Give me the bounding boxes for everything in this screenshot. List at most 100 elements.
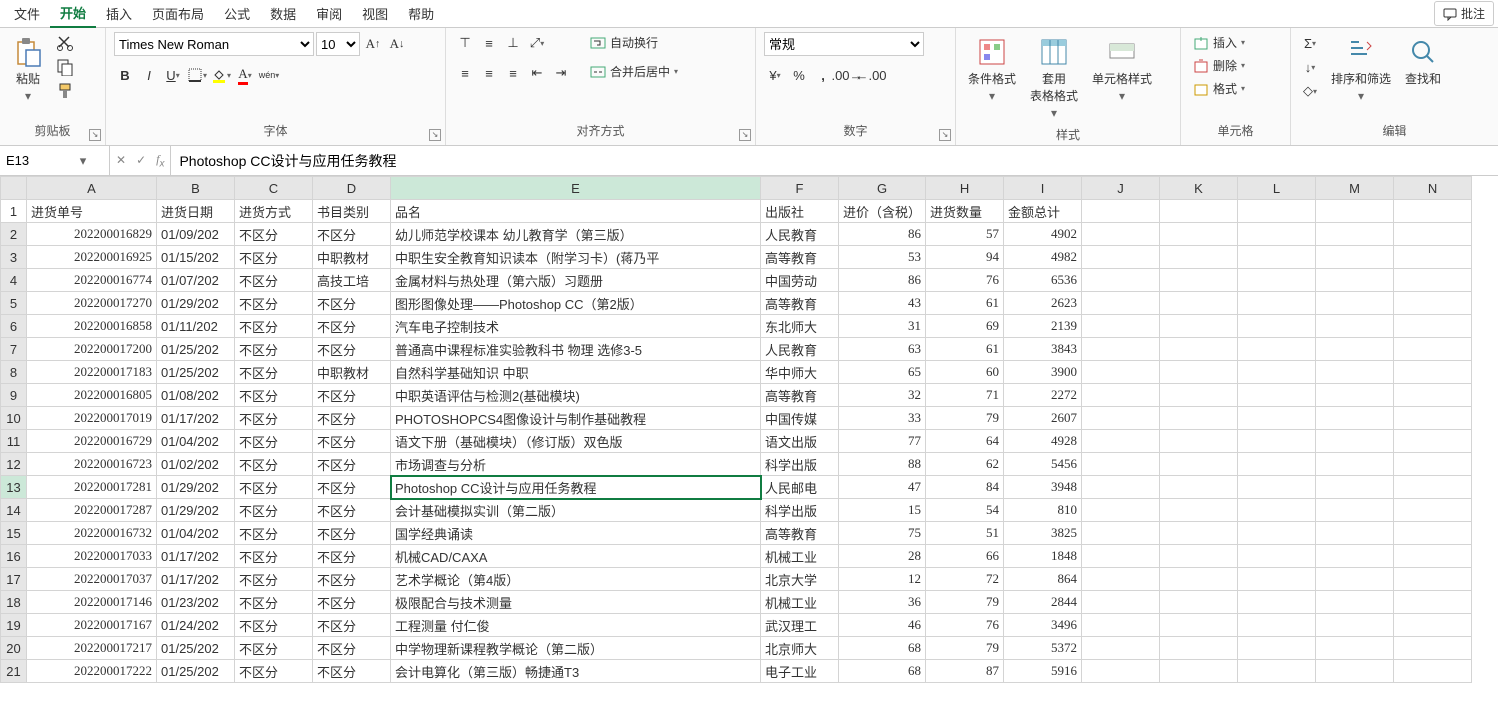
cell[interactable]: 普通高中课程标准实验教科书 物理 选修3-5 bbox=[391, 338, 761, 361]
cell[interactable]: 不区分 bbox=[313, 430, 391, 453]
cell[interactable]: 华中师大 bbox=[761, 361, 839, 384]
cell[interactable]: 77 bbox=[839, 430, 926, 453]
cell[interactable] bbox=[1316, 453, 1394, 476]
cell[interactable] bbox=[1082, 292, 1160, 315]
cell[interactable]: 810 bbox=[1004, 499, 1082, 522]
cell[interactable]: 进货单号 bbox=[27, 200, 157, 223]
cell[interactable]: 66 bbox=[926, 545, 1004, 568]
cell[interactable] bbox=[1160, 315, 1238, 338]
wrap-text-button[interactable]: 自动换行 bbox=[586, 32, 682, 53]
cell[interactable]: 01/04/202 bbox=[157, 430, 235, 453]
cell[interactable] bbox=[1160, 614, 1238, 637]
cell[interactable] bbox=[1394, 545, 1472, 568]
cell[interactable]: 不区分 bbox=[235, 292, 313, 315]
cell[interactable] bbox=[1316, 200, 1394, 223]
cell[interactable] bbox=[1160, 223, 1238, 246]
name-box-input[interactable] bbox=[6, 153, 76, 168]
cell[interactable]: 不区分 bbox=[313, 614, 391, 637]
cell[interactable]: 01/29/202 bbox=[157, 292, 235, 315]
cell[interactable]: 6536 bbox=[1004, 269, 1082, 292]
cell[interactable] bbox=[1238, 338, 1316, 361]
cell[interactable] bbox=[1394, 269, 1472, 292]
cell[interactable]: 36 bbox=[839, 591, 926, 614]
cell[interactable]: 不区分 bbox=[313, 453, 391, 476]
col-header-B[interactable]: B bbox=[157, 177, 235, 200]
cell[interactable] bbox=[1160, 637, 1238, 660]
delete-cells-button[interactable]: 删除▾ bbox=[1189, 55, 1249, 76]
cell[interactable] bbox=[1082, 614, 1160, 637]
cell[interactable] bbox=[1160, 568, 1238, 591]
col-header-C[interactable]: C bbox=[235, 177, 313, 200]
row-header-8[interactable]: 8 bbox=[1, 361, 27, 384]
format-painter-button[interactable] bbox=[54, 80, 76, 102]
cell-styles-button[interactable]: 单元格样式▾ bbox=[1088, 32, 1156, 107]
cell[interactable]: 品名 bbox=[391, 200, 761, 223]
cell[interactable] bbox=[1160, 499, 1238, 522]
insert-cells-button[interactable]: 插入▾ bbox=[1189, 32, 1249, 53]
cell[interactable]: 63 bbox=[839, 338, 926, 361]
cell[interactable]: 43 bbox=[839, 292, 926, 315]
cell[interactable] bbox=[1082, 361, 1160, 384]
cell[interactable]: 不区分 bbox=[235, 637, 313, 660]
cell[interactable]: 书目类别 bbox=[313, 200, 391, 223]
cell[interactable] bbox=[1238, 568, 1316, 591]
cell[interactable]: 机械CAD/CAXA bbox=[391, 545, 761, 568]
cell[interactable]: 87 bbox=[926, 660, 1004, 683]
cell[interactable]: Photoshop CC设计与应用任务教程 bbox=[391, 476, 761, 499]
cell[interactable] bbox=[1238, 614, 1316, 637]
cell[interactable]: 202200016732 bbox=[27, 522, 157, 545]
cell[interactable]: 01/25/202 bbox=[157, 361, 235, 384]
cut-button[interactable] bbox=[54, 32, 76, 54]
cell[interactable] bbox=[1316, 338, 1394, 361]
cell[interactable]: 不区分 bbox=[313, 568, 391, 591]
cell[interactable]: 28 bbox=[839, 545, 926, 568]
row-header-19[interactable]: 19 bbox=[1, 614, 27, 637]
row-header-14[interactable]: 14 bbox=[1, 499, 27, 522]
cell[interactable]: 北京师大 bbox=[761, 637, 839, 660]
fill-color-button[interactable]: ▾ bbox=[210, 64, 232, 86]
cell[interactable]: 202200016774 bbox=[27, 269, 157, 292]
cell[interactable]: 3496 bbox=[1004, 614, 1082, 637]
cell[interactable]: 不区分 bbox=[235, 315, 313, 338]
cell[interactable]: 不区分 bbox=[235, 338, 313, 361]
select-all-corner[interactable] bbox=[1, 177, 27, 200]
cell[interactable]: 1848 bbox=[1004, 545, 1082, 568]
cell[interactable] bbox=[1082, 246, 1160, 269]
cell[interactable]: 不区分 bbox=[235, 568, 313, 591]
cell[interactable] bbox=[1082, 453, 1160, 476]
col-header-M[interactable]: M bbox=[1316, 177, 1394, 200]
cell[interactable]: 01/29/202 bbox=[157, 476, 235, 499]
cell[interactable] bbox=[1394, 315, 1472, 338]
cell[interactable] bbox=[1238, 637, 1316, 660]
cell[interactable]: 出版社 bbox=[761, 200, 839, 223]
cell[interactable] bbox=[1082, 637, 1160, 660]
font-launcher[interactable]: ↘ bbox=[429, 129, 441, 141]
cell[interactable]: 人民教育 bbox=[761, 338, 839, 361]
col-header-D[interactable]: D bbox=[313, 177, 391, 200]
cell[interactable] bbox=[1238, 660, 1316, 683]
cell[interactable] bbox=[1160, 453, 1238, 476]
cell[interactable] bbox=[1394, 246, 1472, 269]
cell[interactable]: 不区分 bbox=[235, 453, 313, 476]
cell[interactable] bbox=[1316, 384, 1394, 407]
menu-insert[interactable]: 插入 bbox=[96, 0, 142, 27]
cell[interactable]: 中职教材 bbox=[313, 361, 391, 384]
cell[interactable] bbox=[1082, 545, 1160, 568]
cell[interactable]: 极限配合与技术测量 bbox=[391, 591, 761, 614]
row-header-10[interactable]: 10 bbox=[1, 407, 27, 430]
cell[interactable]: 不区分 bbox=[313, 522, 391, 545]
row-header-18[interactable]: 18 bbox=[1, 591, 27, 614]
menu-file[interactable]: 文件 bbox=[4, 0, 50, 27]
cell[interactable]: 中国传媒 bbox=[761, 407, 839, 430]
spreadsheet-grid[interactable]: ABCDEFGHIJKLMN1进货单号进货日期进货方式书目类别品名出版社进价（含… bbox=[0, 176, 1498, 722]
decrease-font-button[interactable]: A↓ bbox=[386, 33, 408, 55]
underline-button[interactable]: U ▾ bbox=[162, 64, 184, 86]
border-button[interactable]: ▾ bbox=[186, 64, 208, 86]
cell[interactable]: 76 bbox=[926, 269, 1004, 292]
cell[interactable] bbox=[1160, 338, 1238, 361]
cell[interactable]: 不区分 bbox=[235, 246, 313, 269]
cell[interactable]: 202200016723 bbox=[27, 453, 157, 476]
cell[interactable]: 01/17/202 bbox=[157, 407, 235, 430]
paste-button[interactable]: 粘贴▾ bbox=[8, 32, 48, 107]
cell[interactable]: 65 bbox=[839, 361, 926, 384]
